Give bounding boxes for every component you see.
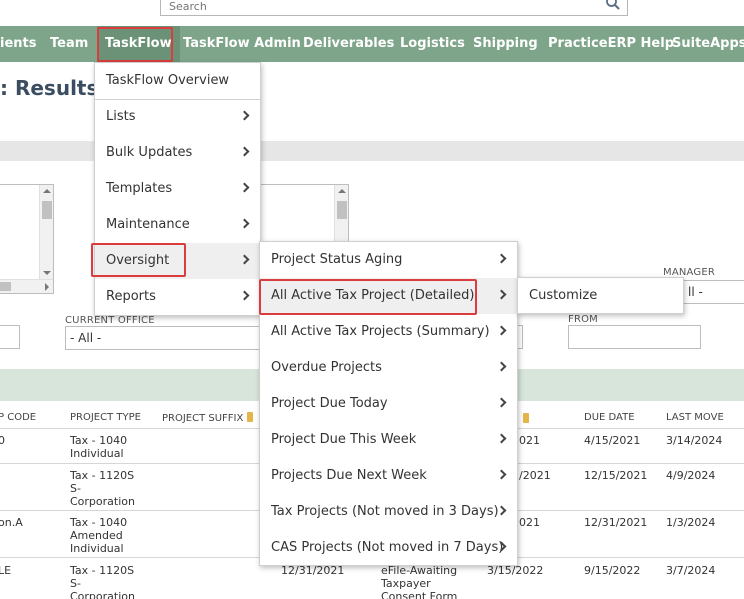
menu-item-overdue-projects[interactable]: Overdue Projects [260, 350, 517, 386]
nav-item-team[interactable]: Team [50, 26, 88, 62]
cell-last-move: 4/9/2024 [666, 469, 716, 482]
chevron-right-icon [239, 218, 250, 229]
scroll-thumb[interactable] [42, 201, 52, 219]
cell-code: LE [0, 564, 12, 577]
cell-last-move: 1/3/2024 [666, 516, 716, 529]
chevron-right-icon [239, 290, 250, 301]
chevron-right-icon [239, 146, 250, 157]
chevron-right-icon [496, 469, 507, 480]
scroll-up-icon[interactable] [43, 189, 51, 193]
col-header-code[interactable]: P CODE [0, 412, 36, 423]
col-header-last-move[interactable]: LAST MOVE [666, 412, 724, 423]
cell-last-move: 3/14/2024 [666, 434, 723, 447]
menu-item-all-active-tax-detailed[interactable]: All Active Tax Project (Detailed) [260, 278, 517, 314]
left-listbox-hscrollbar[interactable] [0, 279, 53, 293]
menu-item-maintenance[interactable]: Maintenance [95, 207, 260, 243]
chevron-right-icon [496, 289, 507, 300]
menu-item-customize[interactable]: Customize [518, 278, 683, 314]
menu-item-templates[interactable]: Templates [95, 171, 260, 207]
chevron-right-icon [496, 397, 507, 408]
nav-item-taskflow[interactable]: TaskFlow [97, 26, 180, 62]
scroll-down-icon[interactable] [43, 271, 51, 275]
left-listbox[interactable] [0, 184, 54, 294]
chevron-right-icon [496, 433, 507, 444]
menu-item-all-active-tax-summary[interactable]: All Active Tax Projects (Summary) [260, 314, 517, 350]
cell-project-type: Tax - 1040 Individual [70, 434, 128, 460]
cell-due-date: 4/15/2021 [584, 434, 641, 447]
oversight-submenu: Project Status Aging All Active Tax Proj… [259, 241, 518, 566]
chevron-right-icon [496, 361, 507, 372]
menu-item-projects-due-next-week[interactable]: Projects Due Next Week [260, 458, 517, 494]
current-office-label: CURRENT OFFICE [65, 315, 155, 326]
col-header-project-type[interactable]: PROJECT TYPE [70, 412, 141, 423]
nav-item-deliverables[interactable]: Deliverables [303, 26, 394, 62]
cell-due-date: 12/31/2021 [584, 516, 648, 529]
cell-due-date: 12/15/2021 [584, 469, 648, 482]
nav-item-taskflow-admin[interactable]: TaskFlow Admin [183, 26, 301, 62]
nav-item-logistics[interactable]: Logistics [400, 26, 465, 62]
left-listbox-scrollbar[interactable] [39, 185, 53, 279]
scroll-thumb[interactable] [337, 201, 347, 219]
from-input[interactable] [568, 325, 701, 349]
cell-code: on.A [0, 516, 23, 529]
scroll-up-icon[interactable] [338, 189, 346, 193]
menu-item-tax-projects-not-moved[interactable]: Tax Projects (Not moved in 3 Days) [260, 494, 517, 530]
cell-date: 021 [519, 434, 540, 447]
chevron-right-icon [239, 182, 250, 193]
chevron-right-icon [496, 325, 507, 336]
col-header-due-date[interactable]: DUE DATE [584, 412, 635, 423]
manager-select[interactable]: ll - [683, 280, 744, 304]
menu-item-taskflow-overview[interactable]: TaskFlow Overview [95, 63, 260, 99]
menu-item-reports[interactable]: Reports [95, 279, 260, 315]
menu-item-project-due-today[interactable]: Project Due Today [260, 386, 517, 422]
cell-last-move: 3/7/2024 [666, 564, 716, 577]
global-search[interactable] [160, 0, 628, 17]
search-icon[interactable] [605, 0, 621, 11]
menu-item-bulk-updates[interactable]: Bulk Updates [95, 135, 260, 171]
nav-item-suiteapps[interactable]: SuiteApps [672, 26, 744, 62]
nav-item-clients[interactable]: ients [0, 26, 36, 62]
cell-code: 0 [0, 434, 5, 447]
edit-pencil-icon [247, 412, 254, 422]
menu-item-lists[interactable]: Lists [95, 99, 260, 135]
chevron-right-icon [496, 253, 507, 264]
page-title: : Results [0, 76, 99, 100]
menu-item-cas-projects-not-moved[interactable]: CAS Projects (Not moved in 7 Days) [260, 530, 517, 566]
cell-project-type: Tax - 1120S S- Corporation [70, 469, 135, 508]
menu-item-project-status-aging[interactable]: Project Status Aging [260, 242, 517, 278]
cell-date: 021 [519, 516, 540, 529]
menu-item-oversight[interactable]: Oversight [95, 243, 260, 279]
cell-project-type: Tax - 1120S S- Corporation [70, 564, 135, 599]
cell-date: /2021 [519, 469, 551, 482]
search-input[interactable] [161, 0, 627, 17]
scroll-right-icon[interactable] [45, 283, 49, 291]
cell-project-type: Tax - 1040 Amended Individual [70, 516, 128, 555]
chevron-right-icon [239, 254, 250, 265]
cell-due-date: 9/15/2022 [584, 564, 641, 577]
taskflow-menu: TaskFlow Overview Lists Bulk Updates Tem… [94, 62, 261, 316]
cell-status: eFile-Awaiting Taxpayer Consent Form [381, 564, 458, 599]
menu-item-project-due-this-week[interactable]: Project Due This Week [260, 422, 517, 458]
edit-pencil-icon [523, 413, 529, 423]
chevron-right-icon [239, 110, 250, 121]
nav-item-shipping[interactable]: Shipping [473, 26, 538, 62]
left-filter-input[interactable] [0, 325, 20, 349]
main-nav: ients Team TaskFlow TaskFlow Admin Deliv… [0, 26, 744, 62]
hscroll-thumb[interactable] [0, 282, 11, 291]
nav-item-practiceerp-help[interactable]: PracticeERP Help [548, 26, 674, 62]
detailed-submenu: Customize [517, 277, 684, 314]
current-office-select[interactable]: - All - [65, 326, 265, 350]
from-label: FROM [568, 314, 598, 325]
col-header-project-suffix[interactable]: PROJECT SUFFIX [162, 412, 254, 424]
